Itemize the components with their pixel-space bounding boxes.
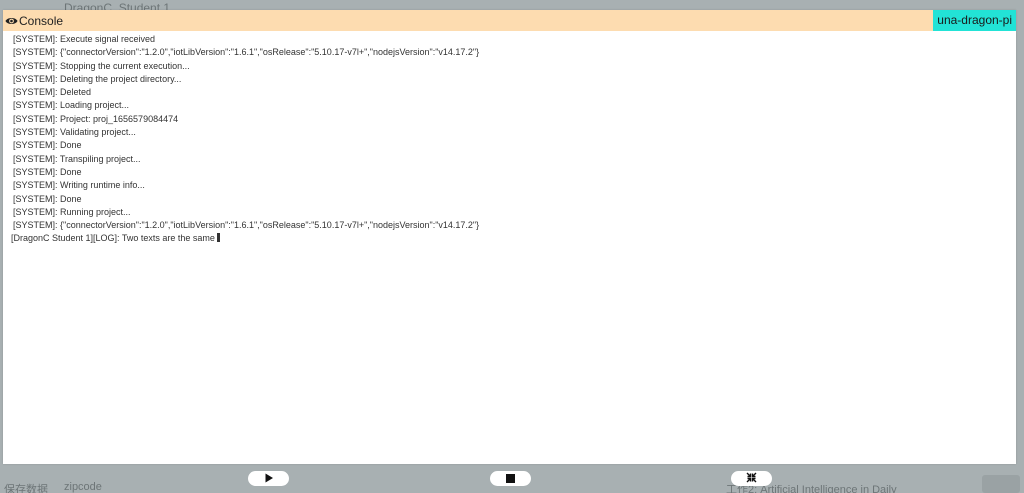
log-line: [SYSTEM]: Deleting the project directory…: [13, 73, 182, 84]
log-line: [SYSTEM]: Stopping the current execution…: [13, 60, 190, 71]
eye-icon[interactable]: [4, 14, 18, 28]
background-footer-left: 保存数据: [4, 484, 48, 493]
text-cursor: [216, 233, 220, 243]
log-line: [SYSTEM]: {"connectorVersion":"1.2.0","i…: [13, 220, 480, 231]
device-badge[interactable]: una-dragon-pi: [933, 10, 1016, 31]
background-footer-mid: zipcode: [64, 481, 102, 493]
console-title: Console: [19, 13, 64, 28]
console-header: Console una-dragon-pi: [3, 10, 1016, 31]
log-line: [SYSTEM]: Loading project...: [13, 100, 130, 111]
log-line: [SYSTEM]: Execute signal received: [13, 34, 156, 44]
background-corner-button: [982, 475, 1020, 493]
collapse-button[interactable]: [731, 471, 772, 486]
log-line: [SYSTEM]: Done: [13, 140, 82, 151]
log-line: [SYSTEM]: Done: [13, 166, 82, 177]
collapse-icon: [746, 470, 757, 488]
log-line: [SYSTEM]: Project: proj_1656579084474: [13, 113, 179, 124]
log-line: [SYSTEM]: Writing runtime info...: [13, 180, 145, 191]
log-line: [SYSTEM]: Deleted: [13, 87, 92, 98]
stop-button[interactable]: [490, 471, 531, 486]
log-line-user: [DragonC Student 1][LOG]: Two texts are …: [11, 232, 1016, 245]
console-window: Console una-dragon-pi [SYSTEM]: Execute …: [3, 10, 1016, 464]
log-line: [SYSTEM]: Transpiling project...: [13, 153, 141, 164]
log-line: [SYSTEM]: Done: [13, 193, 82, 204]
log-line-text: [DragonC Student 1][LOG]: Two texts are …: [11, 233, 215, 244]
stop-icon: [506, 470, 515, 488]
console-log: [SYSTEM]: Execute signal received [SYSTE…: [3, 31, 1016, 246]
play-button[interactable]: [248, 471, 289, 486]
log-line: [SYSTEM]: Running project...: [13, 206, 131, 217]
play-icon: [264, 470, 274, 488]
log-line: [SYSTEM]: Validating project...: [13, 127, 136, 138]
log-line: [SYSTEM]: {"connectorVersion":"1.2.0","i…: [13, 47, 480, 58]
